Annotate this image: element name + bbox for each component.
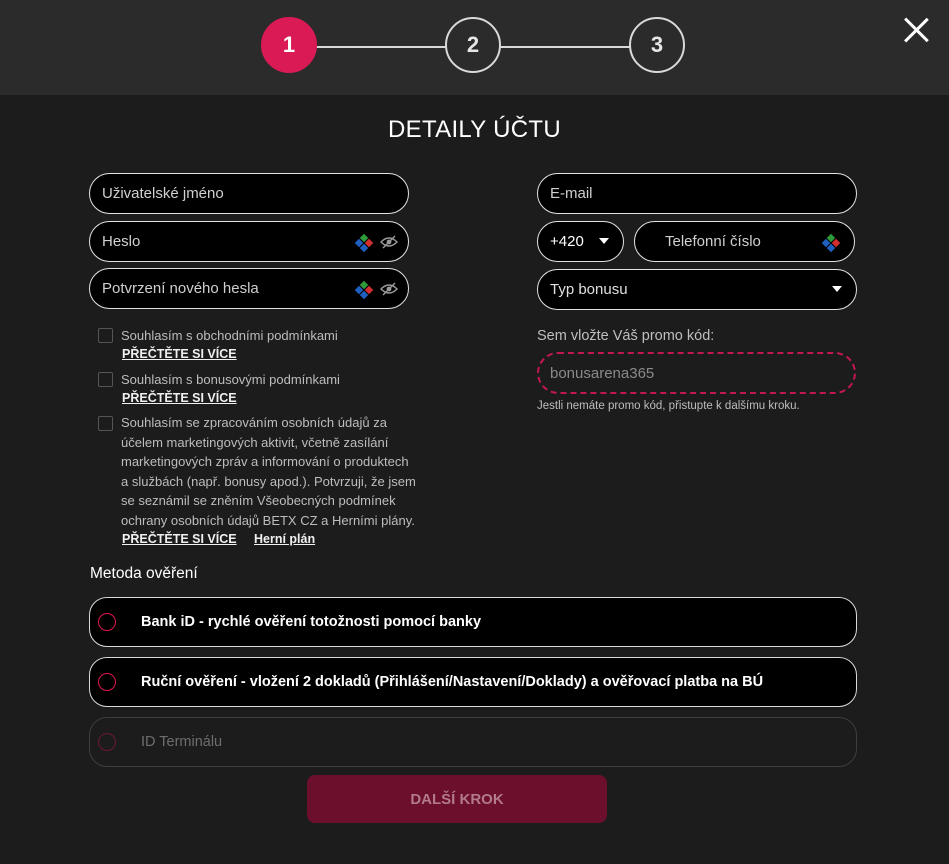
step-3: 3	[629, 17, 685, 73]
phone-input[interactable]: Telefonní číslo	[634, 221, 855, 262]
terms-read-more-link[interactable]: PŘEČTĚTE SI VÍCE	[122, 347, 237, 361]
step-2: 2	[445, 17, 501, 73]
step-1: 1	[261, 17, 317, 73]
chevron-down-icon	[832, 286, 842, 292]
game-plan-link[interactable]: Herní plán	[254, 532, 315, 546]
verification-option-terminal-id[interactable]: ID Terminálu	[89, 717, 857, 767]
confirm-password-input[interactable]: Potvrzení nového hesla	[89, 268, 409, 309]
email-input[interactable]: E-mail	[537, 173, 857, 214]
promo-hint: Jestli nemáte promo kód, přistupte k dal…	[537, 400, 800, 412]
close-icon[interactable]	[898, 12, 934, 48]
verification-title: Metoda ověření	[90, 565, 198, 582]
eye-off-icon[interactable]	[380, 235, 398, 249]
promo-label: Sem vložte Váš promo kód:	[537, 328, 715, 344]
promo-input[interactable]: bonusarena365	[537, 352, 856, 394]
verification-option-manual[interactable]: Ruční ověření - vložení 2 dokladů (Přihl…	[89, 657, 857, 707]
radio-icon[interactable]	[98, 733, 116, 751]
next-step-button[interactable]: DALŠÍ KROK	[307, 775, 607, 823]
chevron-down-icon	[599, 238, 609, 244]
bonus-checkbox[interactable]	[98, 372, 113, 387]
step-connector	[499, 46, 631, 48]
phone-prefix-select[interactable]: +420	[537, 221, 624, 262]
keypad-icon[interactable]	[354, 280, 374, 300]
step-connector	[315, 46, 447, 48]
eye-off-icon[interactable]	[380, 282, 398, 296]
keypad-icon[interactable]	[821, 233, 841, 253]
verification-option-bank-id[interactable]: Bank iD - rychlé ověření totožnosti pomo…	[89, 597, 857, 647]
marketing-read-more-link[interactable]: PŘEČTĚTE SI VÍCE	[122, 532, 237, 546]
username-input[interactable]: Uživatelské jméno	[89, 173, 409, 214]
password-input[interactable]: Heslo	[89, 221, 409, 262]
bonus-read-more-link[interactable]: PŘEČTĚTE SI VÍCE	[122, 391, 237, 405]
page-title: DETAILY ÚČTU	[388, 116, 561, 143]
bonus-type-select[interactable]: Typ bonusu	[537, 269, 857, 310]
radio-icon[interactable]	[98, 613, 116, 631]
keypad-icon[interactable]	[354, 233, 374, 253]
radio-icon[interactable]	[98, 673, 116, 691]
terms-checkbox[interactable]	[98, 328, 113, 343]
stepper-header: 1 2 3	[0, 0, 949, 95]
marketing-checkbox[interactable]	[98, 416, 113, 431]
